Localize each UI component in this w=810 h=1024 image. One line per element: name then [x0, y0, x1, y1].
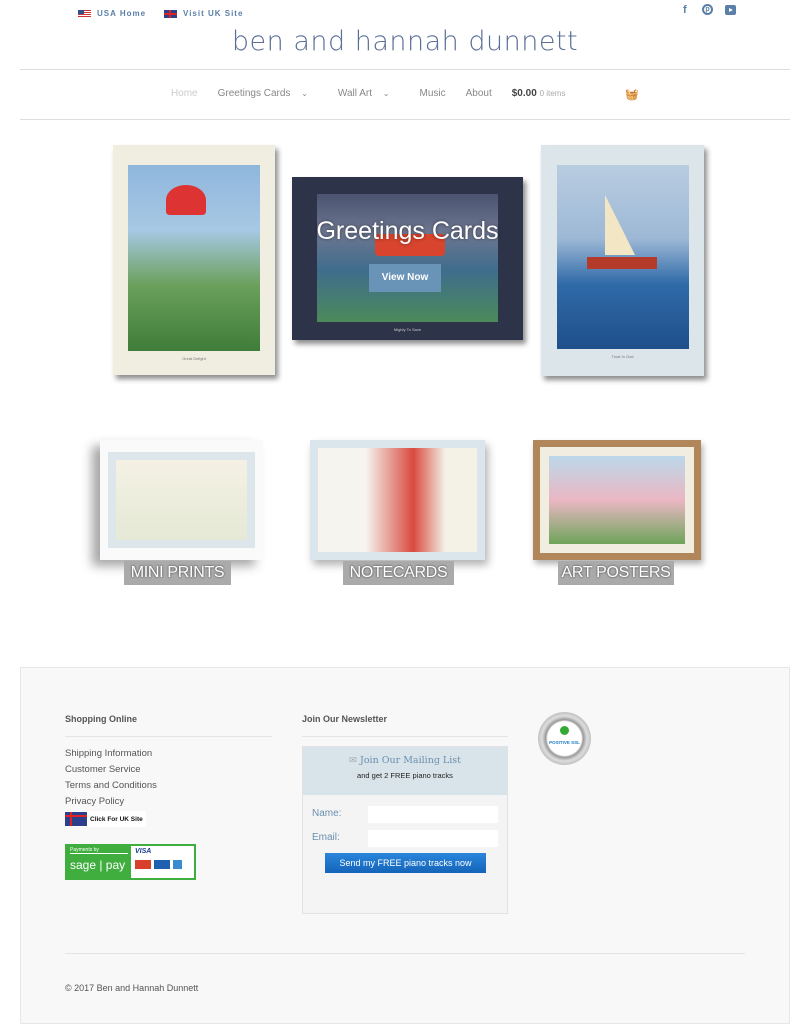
copyright: © 2017 Ben and Hannah Dunnett: [65, 983, 199, 993]
nav-home[interactable]: Home: [171, 88, 198, 101]
footer-links: Shipping Information Customer Service Te…: [65, 746, 157, 810]
mini-prints-image: [116, 460, 247, 540]
divider: [65, 953, 745, 954]
email-label: Email:: [312, 832, 340, 843]
mailing-list-form: ✉ Join Our Mailing List and get 2 FREE p…: [302, 746, 508, 914]
newsletter-heading: Join Our Newsletter: [302, 714, 388, 724]
nav-about[interactable]: About: [466, 88, 492, 101]
mini-prints-label[interactable]: MINI PRINTS: [124, 561, 231, 585]
hero-print-right[interactable]: Trust In God: [541, 145, 704, 376]
uk-flag-icon: [164, 9, 177, 18]
ssl-lock-icon: [560, 726, 569, 735]
site-logo[interactable]: ben and hannah dunnett: [0, 26, 810, 57]
maestro-icon: [154, 860, 170, 869]
mini-prints-tile[interactable]: [100, 440, 263, 560]
positive-ssl-badge: POSITIVE SSL: [538, 712, 591, 765]
hero-print-left[interactable]: Great Delight: [113, 145, 275, 375]
nav-music[interactable]: Music: [419, 88, 445, 101]
view-now-button[interactable]: View Now: [369, 264, 441, 292]
usa-home-link[interactable]: USA Home: [78, 9, 146, 18]
basket-icon[interactable]: 🧺: [625, 88, 639, 101]
name-input[interactable]: [368, 806, 498, 823]
chevron-down-icon: ⌄: [382, 89, 390, 98]
amex-icon: [173, 860, 182, 869]
notecards-image: [318, 448, 477, 552]
artwork-trust-in-god: [557, 165, 689, 349]
cart-link[interactable]: $0.00 0 items: [512, 88, 566, 101]
main-nav: Home Greetings Cards ⌄ Wall Art ⌄ Music …: [0, 88, 810, 101]
privacy-policy-link[interactable]: Privacy Policy: [65, 794, 157, 810]
send-tracks-button[interactable]: Send my FREE piano tracks now: [325, 853, 486, 873]
terms-link[interactable]: Terms and Conditions: [65, 778, 157, 794]
art-posters-image: [549, 456, 685, 544]
shopping-online-heading: Shopping Online: [65, 714, 137, 724]
hero-greetings-cards[interactable]: Greetings Cards View Now Mighty To Save: [292, 177, 523, 340]
print-caption: Trust In God: [611, 354, 634, 359]
uk-site-label: Click For UK Site: [90, 815, 143, 823]
pinterest-icon[interactable]: p: [702, 4, 713, 15]
mailing-subtitle: and get 2 FREE piano tracks: [357, 771, 453, 780]
art-posters-tile[interactable]: [533, 440, 701, 560]
nav-greetings-cards[interactable]: Greetings Cards ⌄: [218, 88, 318, 101]
email-input[interactable]: [368, 830, 498, 847]
visit-uk-link[interactable]: Visit UK Site: [164, 9, 243, 18]
nav-wall-art[interactable]: Wall Art ⌄: [338, 88, 400, 101]
divider: [65, 736, 272, 737]
notecards-tile[interactable]: [310, 440, 485, 560]
visa-logo: VISA: [135, 848, 152, 855]
payments-by-label: Payments by: [70, 847, 128, 854]
notecards-label[interactable]: NOTECARDS: [343, 561, 454, 585]
divider: [302, 736, 508, 737]
ssl-label: POSITIVE SSL: [549, 740, 580, 745]
uk-flag-icon: [65, 812, 87, 826]
hero-title: Greetings Cards: [316, 217, 499, 245]
envelope-icon: ✉: [349, 755, 357, 766]
artwork-mighty-to-save: [317, 194, 498, 322]
facebook-icon[interactable]: f: [683, 4, 687, 16]
us-flag-icon: [78, 9, 91, 18]
mastercard-icon: [135, 860, 151, 869]
chevron-down-icon: ⌄: [301, 89, 308, 98]
mailing-title: Join Our Mailing List: [360, 755, 461, 766]
cart-count: 0 items: [539, 89, 566, 98]
usa-home-label: USA Home: [97, 9, 147, 18]
customer-service-link[interactable]: Customer Service: [65, 762, 157, 778]
visit-uk-label: Visit UK Site: [183, 9, 244, 18]
divider: [20, 119, 790, 120]
uk-site-link[interactable]: Click For UK Site: [65, 811, 146, 827]
art-posters-label[interactable]: ART POSTERS: [558, 561, 674, 585]
cart-total: $0.00: [511, 88, 537, 99]
artwork-great-delight: [128, 165, 260, 351]
print-caption: Mighty To Save: [393, 327, 422, 332]
sagepay-logo: sage | pay: [70, 858, 126, 872]
print-caption: Great Delight: [182, 356, 206, 361]
name-label: Name:: [312, 808, 342, 819]
divider: [20, 69, 790, 70]
youtube-icon[interactable]: [725, 5, 736, 15]
sagepay-badge: Payments by sage | pay VISA: [65, 844, 196, 880]
shipping-information-link[interactable]: Shipping Information: [65, 746, 157, 762]
